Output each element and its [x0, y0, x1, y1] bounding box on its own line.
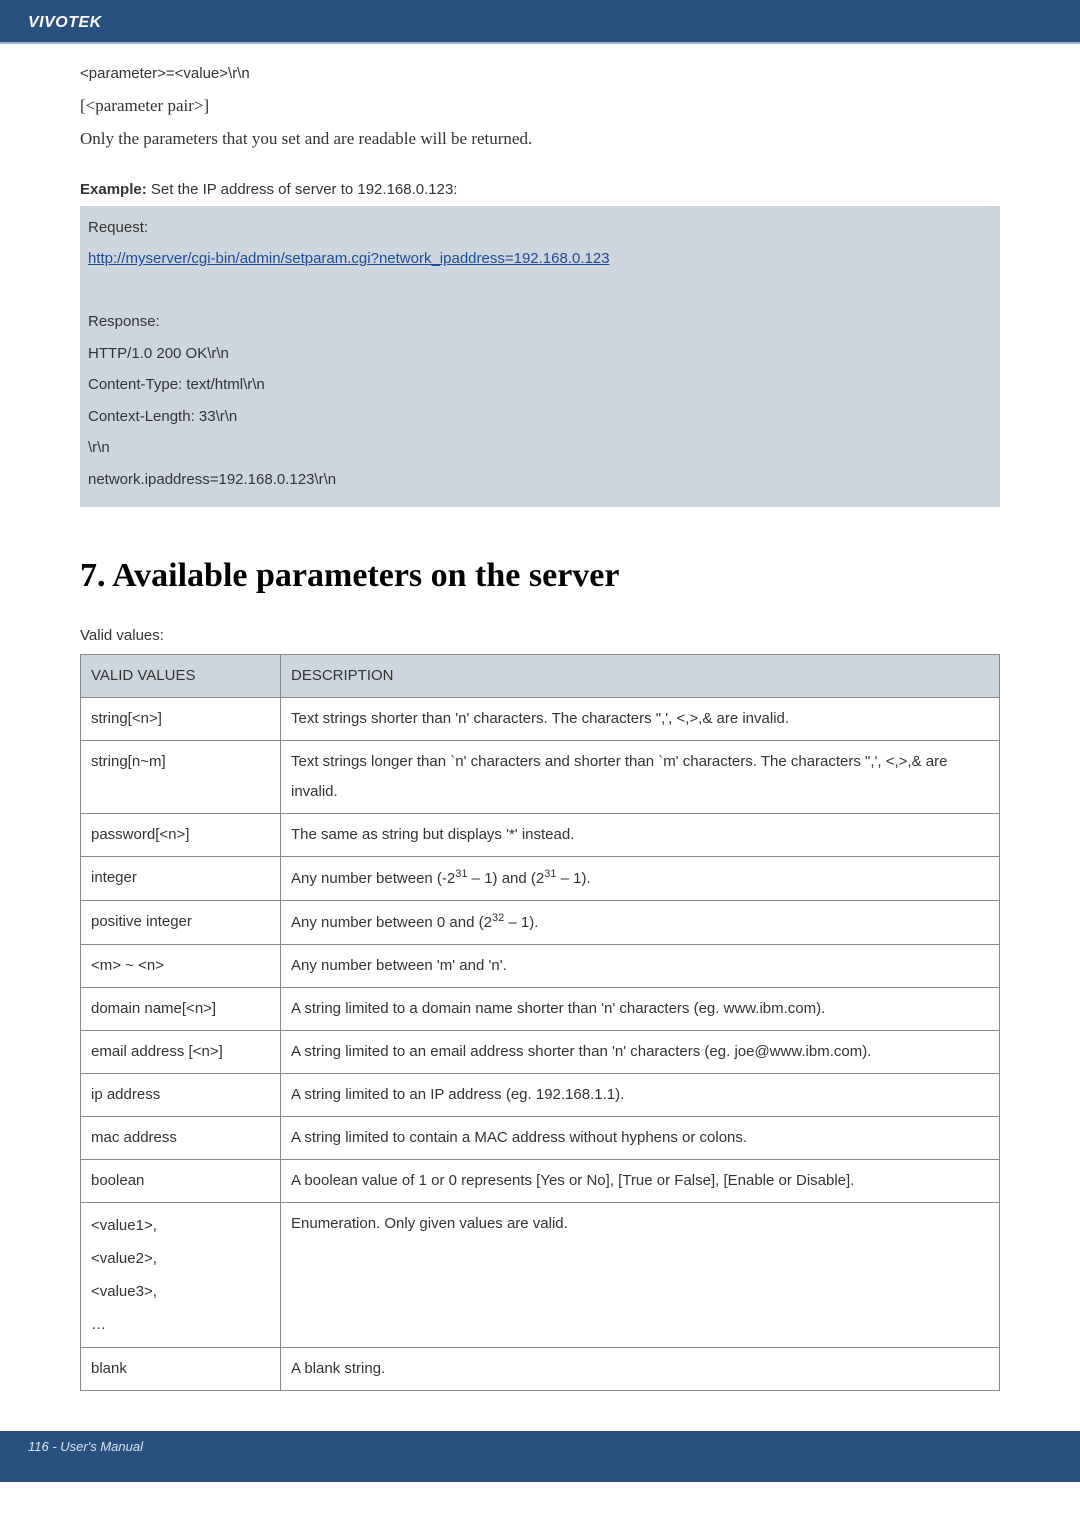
page-footer: 116 - User's Manual: [0, 1431, 1080, 1482]
description-cell: Enumeration. Only given values are valid…: [281, 1202, 1000, 1347]
intro-line-3: Only the parameters that you set and are…: [80, 125, 1000, 152]
response-line: Content-Type: text/html\r\n: [88, 369, 992, 401]
enum-line: …: [91, 1308, 270, 1341]
description-cell: A blank string.: [281, 1347, 1000, 1390]
example-label: Example:: [80, 181, 147, 198]
value-cell: string[<n>]: [81, 697, 281, 740]
value-cell: blank: [81, 1347, 281, 1390]
footer-text: 116 - User's Manual: [28, 1439, 143, 1454]
response-line: Context-Length: 33\r\n: [88, 401, 992, 433]
table-row: domain name[<n>]A string limited to a do…: [81, 987, 1000, 1030]
response-line: HTTP/1.0 200 OK\r\n: [88, 338, 992, 370]
value-cell: ip address: [81, 1073, 281, 1116]
description-cell: A string limited to a domain name shorte…: [281, 987, 1000, 1030]
description-cell: A string limited to an IP address (eg. 1…: [281, 1073, 1000, 1116]
description-cell: A string limited to an email address sho…: [281, 1030, 1000, 1073]
table-row: ip addressA string limited to an IP addr…: [81, 1073, 1000, 1116]
value-cell: password[<n>]: [81, 813, 281, 856]
request-url-link[interactable]: http://myserver/cgi-bin/admin/setparam.c…: [88, 250, 610, 267]
example-heading: Example: Set the IP address of server to…: [80, 178, 1000, 202]
response-line: network.ipaddress=192.168.0.123\r\n: [88, 464, 992, 496]
description-cell: Any number between 'm' and 'n'.: [281, 944, 1000, 987]
table-row: integerAny number between (-231 – 1) and…: [81, 856, 1000, 900]
description-cell: The same as string but displays '*' inst…: [281, 813, 1000, 856]
table-row: mac addressA string limited to contain a…: [81, 1116, 1000, 1159]
enum-line: <value2>,: [91, 1242, 270, 1275]
table-row: string[<n>]Text strings shorter than 'n'…: [81, 697, 1000, 740]
response-line: \r\n: [88, 432, 992, 464]
col-header-description: DESCRIPTION: [281, 654, 1000, 697]
value-cell: domain name[<n>]: [81, 987, 281, 1030]
response-label: Response:: [88, 306, 992, 338]
valid-values-table: VALID VALUES DESCRIPTION string[<n>]Text…: [80, 654, 1000, 1391]
table-row: password[<n>]The same as string but disp…: [81, 813, 1000, 856]
value-cell: <value1>,<value2>,<value3>,…: [81, 1202, 281, 1347]
enum-line: <value1>,: [91, 1209, 270, 1242]
intro-line-1: <parameter>=<value>\r\n: [80, 62, 1000, 86]
example-desc: Set the IP address of server to 192.168.…: [147, 181, 458, 198]
intro-line-2: [<parameter pair>]: [80, 92, 1000, 119]
enum-line: <value3>,: [91, 1275, 270, 1308]
table-row: positive integerAny number between 0 and…: [81, 900, 1000, 944]
value-cell: boolean: [81, 1159, 281, 1202]
brand-text: VIVOTEK: [28, 14, 102, 31]
section-heading: 7. Available parameters on the server: [80, 549, 1000, 603]
page-content: <parameter>=<value>\r\n [<parameter pair…: [0, 44, 1080, 1411]
table-caption: Valid values:: [80, 624, 1000, 648]
value-cell: positive integer: [81, 900, 281, 944]
value-cell: email address [<n>]: [81, 1030, 281, 1073]
table-header-row: VALID VALUES DESCRIPTION: [81, 654, 1000, 697]
table-row: <m> ~ <n>Any number between 'm' and 'n'.: [81, 944, 1000, 987]
description-cell: Text strings longer than `n' characters …: [281, 740, 1000, 813]
request-label: Request:: [88, 212, 992, 244]
request-url-wrap: http://myserver/cgi-bin/admin/setparam.c…: [88, 243, 992, 275]
table-row: email address [<n>]A string limited to a…: [81, 1030, 1000, 1073]
value-cell: mac address: [81, 1116, 281, 1159]
table-row: blankA blank string.: [81, 1347, 1000, 1390]
value-cell: <m> ~ <n>: [81, 944, 281, 987]
example-block: Request: http://myserver/cgi-bin/admin/s…: [80, 206, 1000, 508]
table-row: booleanA boolean value of 1 or 0 represe…: [81, 1159, 1000, 1202]
description-cell: A string limited to contain a MAC addres…: [281, 1116, 1000, 1159]
col-header-values: VALID VALUES: [81, 654, 281, 697]
value-cell: integer: [81, 856, 281, 900]
table-row: <value1>,<value2>,<value3>,…Enumeration.…: [81, 1202, 1000, 1347]
description-cell: Text strings shorter than 'n' characters…: [281, 697, 1000, 740]
brand-header: VIVOTEK: [0, 0, 1080, 42]
value-cell: string[n~m]: [81, 740, 281, 813]
description-cell: Any number between 0 and (232 – 1).: [281, 900, 1000, 944]
description-cell: A boolean value of 1 or 0 represents [Ye…: [281, 1159, 1000, 1202]
table-row: string[n~m]Text strings longer than `n' …: [81, 740, 1000, 813]
description-cell: Any number between (-231 – 1) and (231 –…: [281, 856, 1000, 900]
